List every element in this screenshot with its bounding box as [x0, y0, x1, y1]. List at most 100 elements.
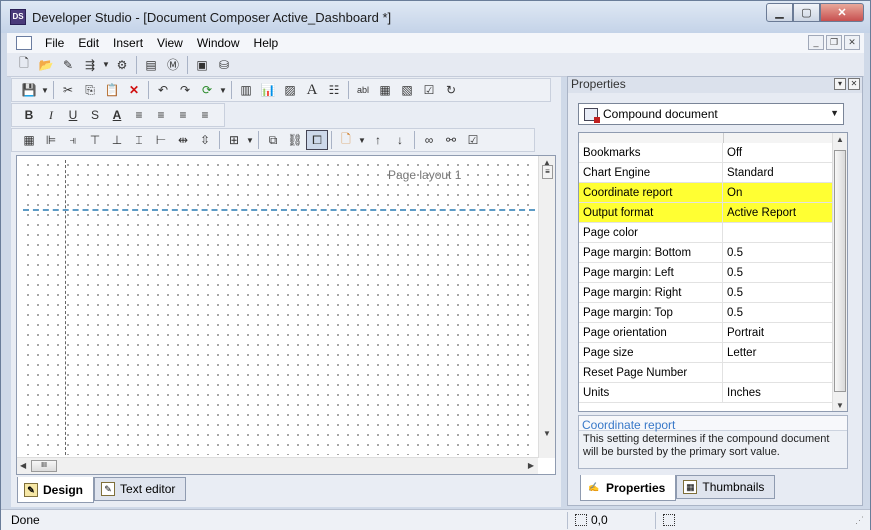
- property-value[interactable]: Letter: [723, 343, 833, 362]
- property-value[interactable]: 0.5: [723, 303, 833, 322]
- same-height-icon[interactable]: ⇳: [194, 130, 216, 150]
- property-value[interactable]: [723, 363, 833, 382]
- property-value[interactable]: Off: [723, 143, 833, 162]
- validate-icon[interactable]: ☑: [462, 130, 484, 150]
- menu-insert[interactable]: Insert: [106, 36, 150, 50]
- property-row[interactable]: Coordinate report On: [579, 183, 847, 203]
- move-up-icon[interactable]: ↑: [367, 130, 389, 150]
- property-value[interactable]: Inches: [723, 383, 833, 402]
- grid-icon[interactable]: ▦: [18, 130, 40, 150]
- delete-icon[interactable]: ✕: [123, 80, 145, 100]
- object-selector[interactable]: Compound document ▼: [578, 103, 844, 125]
- panel-close-icon[interactable]: ✕: [848, 78, 860, 90]
- bold-button[interactable]: B: [18, 105, 40, 125]
- report-object-icon[interactable]: ▥: [235, 80, 257, 100]
- menu-view[interactable]: View: [150, 36, 190, 50]
- textbox-icon[interactable]: abl: [352, 80, 374, 100]
- property-value[interactable]: [723, 223, 833, 242]
- tab-text-editor[interactable]: ✎ Text editor: [94, 477, 187, 501]
- property-row[interactable]: Page margin: Top 0.5: [579, 303, 847, 323]
- database-icon[interactable]: ⛁: [213, 55, 235, 75]
- property-value[interactable]: Portrait: [723, 323, 833, 342]
- form2-icon[interactable]: ▧: [396, 80, 418, 100]
- property-value[interactable]: 0.5: [723, 243, 833, 262]
- menu-edit[interactable]: Edit: [71, 36, 106, 50]
- copy-icon[interactable]: ⎘: [79, 80, 101, 100]
- new-icon[interactable]: 🗋: [13, 55, 35, 75]
- chevron-down-icon[interactable]: ▼: [830, 108, 839, 118]
- link-icon[interactable]: ↻: [440, 80, 462, 100]
- property-row[interactable]: Page color: [579, 223, 847, 243]
- property-value[interactable]: 0.5: [723, 263, 833, 282]
- scroll-down-icon[interactable]: ▼: [543, 429, 551, 438]
- underline-button[interactable]: U: [62, 105, 84, 125]
- menu-window[interactable]: Window: [190, 36, 247, 50]
- mdi-minimize-button[interactable]: _: [808, 35, 824, 50]
- scroll-thumb[interactable]: ≡: [542, 165, 553, 179]
- maximize-button[interactable]: ▢: [793, 3, 820, 22]
- chart-icon[interactable]: 📊: [257, 80, 279, 100]
- report-icon[interactable]: Ⓜ: [162, 55, 184, 75]
- panel-menu-icon[interactable]: ▾: [834, 78, 846, 90]
- dropdown-icon[interactable]: ▼: [245, 130, 255, 150]
- text-icon[interactable]: A: [301, 80, 323, 100]
- dropdown-icon[interactable]: ▼: [101, 55, 111, 75]
- paste-icon[interactable]: 📋: [101, 80, 123, 100]
- console-icon[interactable]: ▣: [191, 55, 213, 75]
- scroll-thumb[interactable]: [834, 150, 846, 392]
- align-center-icon[interactable]: ≡: [150, 105, 172, 125]
- checkbox-icon[interactable]: ☑: [418, 80, 440, 100]
- center-horizontal-icon[interactable]: ⊢: [150, 130, 172, 150]
- refresh-icon[interactable]: ⟳: [196, 80, 218, 100]
- mdi-close-button[interactable]: ✕: [844, 35, 860, 50]
- dropdown-icon[interactable]: ▼: [218, 80, 228, 100]
- menu-file[interactable]: File: [38, 36, 71, 50]
- canvas-vertical-scrollbar[interactable]: ▲ ≡ ▼: [538, 156, 555, 458]
- property-row[interactable]: Output format Active Report: [579, 203, 847, 223]
- edit-icon[interactable]: ✎: [57, 55, 79, 75]
- property-grid-scrollbar[interactable]: ▲ ▼: [832, 133, 847, 411]
- redo-icon[interactable]: ↷: [174, 80, 196, 100]
- align-left-icon[interactable]: ≡: [128, 105, 150, 125]
- property-value[interactable]: Standard: [723, 163, 833, 182]
- align-bottoms-icon[interactable]: ⊥: [106, 130, 128, 150]
- close-button[interactable]: ✕: [820, 3, 864, 22]
- property-row[interactable]: Bookmarks Off: [579, 143, 847, 163]
- property-row[interactable]: Page margin: Left 0.5: [579, 263, 847, 283]
- save-icon[interactable]: 💾: [18, 80, 40, 100]
- table-icon[interactable]: ☷: [323, 80, 345, 100]
- move-down-icon[interactable]: ↓: [389, 130, 411, 150]
- image-icon[interactable]: ▨: [279, 80, 301, 100]
- align-lefts-icon[interactable]: ⊫: [40, 130, 62, 150]
- property-row[interactable]: Page margin: Bottom 0.5: [579, 243, 847, 263]
- list-icon[interactable]: ▤: [140, 55, 162, 75]
- property-value[interactable]: On: [723, 183, 833, 202]
- justify-icon[interactable]: ≡: [194, 105, 216, 125]
- scroll-down-icon[interactable]: ▼: [836, 401, 844, 410]
- document-icon[interactable]: [16, 36, 32, 50]
- same-width-icon[interactable]: ⇹: [172, 130, 194, 150]
- tab-properties[interactable]: ✍ Properties: [580, 475, 677, 501]
- link-objects-icon[interactable]: ⛓: [284, 130, 306, 150]
- menu-help[interactable]: Help: [247, 36, 286, 50]
- scroll-up-icon[interactable]: ▲: [836, 135, 844, 144]
- scroll-thumb[interactable]: III: [31, 460, 57, 472]
- deploy-icon[interactable]: ⇶: [79, 55, 101, 75]
- design-canvas[interactable]: Page layout 1 ▲ ≡ ▼ ◀ III ▶: [16, 155, 556, 475]
- snap-icon[interactable]: ⧠: [306, 130, 328, 150]
- open-icon[interactable]: 📂: [35, 55, 57, 75]
- scroll-right-icon[interactable]: ▶: [528, 461, 534, 470]
- property-value[interactable]: 0.5: [723, 283, 833, 302]
- dropdown-icon[interactable]: ▼: [40, 80, 50, 100]
- group-icon[interactable]: ⊞: [223, 130, 245, 150]
- dropdown-icon[interactable]: ▼: [357, 130, 367, 150]
- form-icon[interactable]: ▦: [374, 80, 396, 100]
- tab-thumbnails[interactable]: ▦ Thumbnails: [676, 475, 776, 499]
- add-link-icon[interactable]: ∞: [418, 130, 440, 150]
- align-tops-icon[interactable]: ⊤: [84, 130, 106, 150]
- property-row[interactable]: Units Inches: [579, 383, 847, 403]
- bring-front-icon[interactable]: ⧉: [262, 130, 284, 150]
- align-rights-icon[interactable]: ⫣: [62, 130, 84, 150]
- remove-link-icon[interactable]: ⚯: [440, 130, 462, 150]
- strikethrough-button[interactable]: S: [84, 105, 106, 125]
